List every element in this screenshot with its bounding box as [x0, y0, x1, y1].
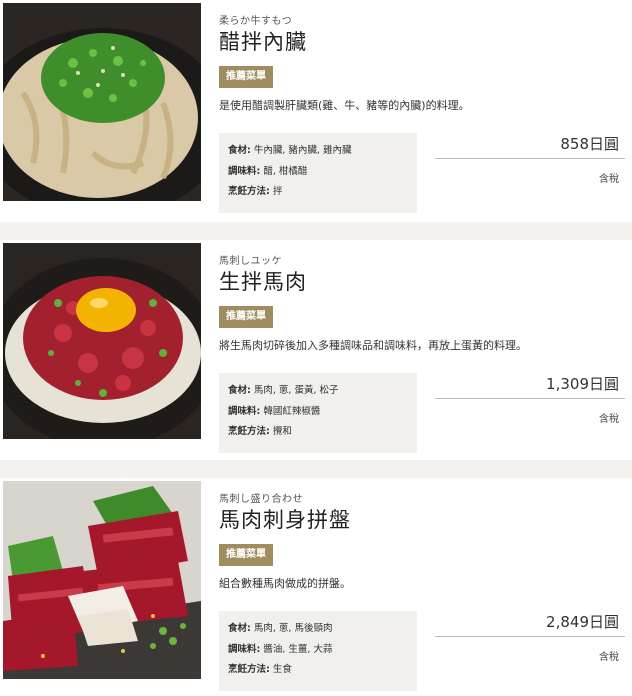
- recommended-badge: 推薦菜單: [219, 544, 273, 566]
- dish-name: 生拌馬肉: [219, 270, 307, 294]
- dish-description: 組合數種馬肉做成的拼盤。: [219, 577, 351, 590]
- horse-sashimi-platter-photo[interactable]: [3, 481, 201, 679]
- method-value: 拌: [272, 186, 283, 197]
- dish-details: 食材: 馬肉, 蔥, 馬後頸肉 調味料: 醬油, 生薑, 大蒜 烹飪方法: 生食: [219, 611, 417, 691]
- seasoning-row: 調味料: 醋, 柑橘醋: [228, 165, 308, 177]
- ingredients-row: 食材: 馬肉, 蔥, 蛋黃, 松子: [228, 385, 339, 396]
- tax-note: 含稅: [599, 414, 619, 425]
- tax-note: 含稅: [599, 174, 619, 185]
- tax-note: 含稅: [599, 652, 619, 663]
- menu-item-info: 柔らか牛すもつ 醋拌內臟 推薦菜單 是使用醋調製肝臟類(雞、牛、豬等的內臟)的料…: [219, 0, 632, 222]
- price-block: 858日圓 含稅: [435, 133, 625, 185]
- seasoning-row: 調味料: 醬油, 生薑, 大蒜: [228, 643, 333, 655]
- seasoning-label: 調味料: [228, 643, 257, 655]
- seasoning-value: 韓國紅辣椒醬: [263, 405, 321, 417]
- menu-item-card: 柔らか牛すもつ 醋拌內臟 推薦菜單 是使用醋調製肝臟類(雞、牛、豬等的內臟)的料…: [0, 0, 632, 222]
- price-block: 2,849日圓 含稅: [435, 611, 625, 663]
- method-row: 烹飪方法: 拌: [228, 186, 283, 197]
- dish-details: 食材: 馬肉, 蔥, 蛋黃, 松子 調味料: 韓國紅辣椒醬 烹飪方法: 攪和: [219, 373, 417, 453]
- menu-item-card: 馬刺し盛り合わせ 馬肉刺身拼盤 推薦菜單 組合數種馬肉做成的拼盤。 食材: 馬肉…: [0, 478, 632, 696]
- ingredients-row: 食材: 馬肉, 蔥, 馬後頸肉: [228, 623, 333, 634]
- dish-description: 是使用醋調製肝臟類(雞、牛、豬等的內臟)的料理。: [219, 99, 470, 112]
- ingredients-label: 食材: [228, 385, 248, 396]
- ingredients-value: 馬肉, 蔥, 蛋黃, 松子: [253, 385, 339, 396]
- method-row: 烹飪方法: 生食: [228, 664, 292, 675]
- dish-name: 醋拌內臟: [219, 30, 307, 54]
- ingredients-value: 牛內臟, 豬內臟, 雞內臟: [253, 145, 352, 156]
- seasoning-value: 醬油, 生薑, 大蒜: [263, 643, 333, 655]
- menu-item-info: 馬刺し盛り合わせ 馬肉刺身拼盤 推薦菜單 組合數種馬肉做成的拼盤。 食材: 馬肉…: [219, 478, 632, 696]
- ingredients-row: 食材: 牛內臟, 豬內臟, 雞內臟: [228, 145, 352, 156]
- method-label: 烹飪方法: [228, 186, 267, 197]
- dish-name: 馬肉刺身拼盤: [219, 508, 351, 532]
- method-value: 生食: [272, 664, 292, 675]
- dish-description: 將生馬肉切碎後加入多種調味品和調味料，再放上蛋黃的料理。: [219, 339, 527, 352]
- seasoning-label: 調味料: [228, 165, 257, 177]
- dish-price: 1,309日圓: [435, 373, 625, 399]
- dish-subtitle: 馬刺しユッケ: [219, 256, 282, 267]
- recommended-badge: 推薦菜單: [219, 306, 273, 328]
- tripe-salad-photo[interactable]: [3, 3, 201, 201]
- seasoning-row: 調味料: 韓國紅辣椒醬: [228, 405, 321, 417]
- price-block: 1,309日圓 含稅: [435, 373, 625, 425]
- dish-subtitle: 柔らか牛すもつ: [219, 16, 293, 27]
- dish-price: 2,849日圓: [435, 611, 625, 637]
- ingredients-label: 食材: [228, 623, 248, 634]
- dish-price: 858日圓: [435, 133, 625, 159]
- dish-details: 食材: 牛內臟, 豬內臟, 雞內臟 調味料: 醋, 柑橘醋 烹飪方法: 拌: [219, 133, 417, 213]
- method-label: 烹飪方法: [228, 664, 267, 675]
- seasoning-label: 調味料: [228, 405, 257, 417]
- seasoning-value: 醋, 柑橘醋: [263, 165, 308, 177]
- method-row: 烹飪方法: 攪和: [228, 426, 292, 437]
- recommended-badge: 推薦菜單: [219, 66, 273, 88]
- method-label: 烹飪方法: [228, 426, 267, 437]
- method-value: 攪和: [272, 426, 292, 437]
- ingredients-value: 馬肉, 蔥, 馬後頸肉: [253, 623, 333, 634]
- menu-item-info: 馬刺しユッケ 生拌馬肉 推薦菜單 將生馬肉切碎後加入多種調味品和調味料，再放上蛋…: [219, 240, 632, 460]
- ingredients-label: 食材: [228, 145, 248, 156]
- horse-yukhoe-photo[interactable]: [3, 243, 201, 439]
- dish-subtitle: 馬刺し盛り合わせ: [219, 494, 303, 505]
- menu-item-card: 馬刺しユッケ 生拌馬肉 推薦菜單 將生馬肉切碎後加入多種調味品和調味料，再放上蛋…: [0, 240, 632, 460]
